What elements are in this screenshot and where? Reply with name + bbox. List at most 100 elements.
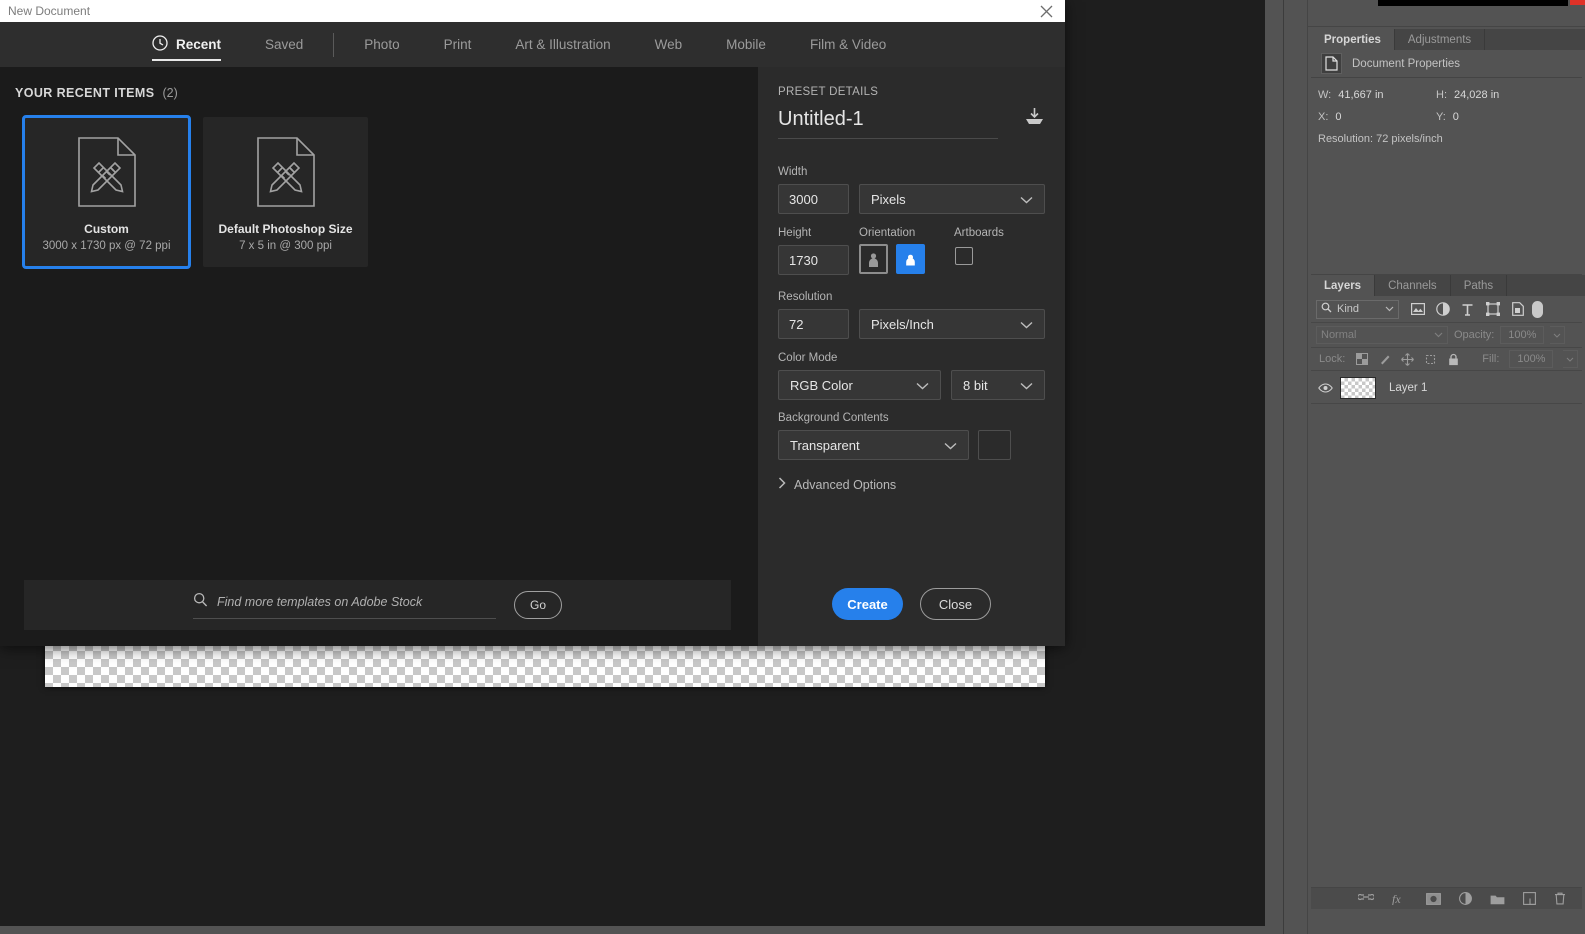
recent-items-title: YOUR RECENT ITEMS bbox=[15, 86, 154, 100]
resolution-input[interactable] bbox=[778, 309, 849, 339]
tab-recent[interactable]: Recent bbox=[130, 22, 243, 67]
new-layer-icon[interactable] bbox=[1523, 892, 1536, 905]
add-layer-mask-icon[interactable] bbox=[1426, 893, 1441, 905]
artboards-checkbox[interactable] bbox=[955, 247, 973, 265]
width-unit-select[interactable]: Pixels bbox=[859, 184, 1045, 214]
tab-properties[interactable]: Properties bbox=[1311, 29, 1395, 50]
fill-value: 100% bbox=[1517, 353, 1545, 365]
search-icon bbox=[1321, 302, 1332, 316]
shape-layer-filter-icon[interactable] bbox=[1485, 302, 1500, 317]
layer-thumbnail bbox=[1340, 377, 1376, 399]
tab-mobile[interactable]: Mobile bbox=[704, 22, 788, 67]
height-readout-label: H: bbox=[1436, 89, 1447, 101]
panel-rail-outer[interactable] bbox=[1265, 0, 1284, 934]
properties-panel-tabs: Properties Adjustments bbox=[1311, 29, 1585, 50]
bit-depth-select[interactable]: 8 bit bbox=[951, 370, 1045, 400]
width-input[interactable] bbox=[778, 184, 849, 214]
type-layer-filter-icon[interactable] bbox=[1460, 302, 1475, 317]
adjustment-layer-filter-icon[interactable] bbox=[1435, 302, 1450, 317]
new-adjustment-layer-icon[interactable] bbox=[1459, 892, 1472, 905]
color-mode-select[interactable]: RGB Color bbox=[778, 370, 941, 400]
tab-web[interactable]: Web bbox=[633, 22, 705, 67]
advanced-options-toggle[interactable]: Advanced Options bbox=[778, 477, 896, 492]
height-input[interactable] bbox=[778, 245, 849, 275]
fill-label: Fill: bbox=[1482, 353, 1499, 365]
layer-filter-type-icons bbox=[1410, 302, 1525, 317]
search-input[interactable] bbox=[217, 595, 496, 609]
fill-field[interactable]: 100% bbox=[1509, 350, 1553, 368]
lock-transparent-pixels-icon[interactable] bbox=[1355, 353, 1368, 366]
tab-print[interactable]: Print bbox=[422, 22, 494, 67]
y-readout-value: 0 bbox=[1453, 111, 1459, 123]
recent-item-custom[interactable]: Custom 3000 x 1730 px @ 72 ppi bbox=[24, 117, 189, 267]
width-unit-value: Pixels bbox=[871, 192, 906, 207]
height-readout-value: 24,028 in bbox=[1454, 89, 1499, 101]
background-contents-select[interactable]: Transparent bbox=[778, 430, 969, 460]
position-row: X: 0 Y: 0 bbox=[1318, 111, 1582, 123]
close-button[interactable]: Close bbox=[920, 588, 991, 620]
landscape-orientation-icon[interactable] bbox=[896, 244, 925, 274]
width-readout: W: 41,667 in bbox=[1318, 89, 1436, 101]
lock-artboard-nesting-icon[interactable] bbox=[1424, 353, 1437, 366]
layer-filter-kind-label: Kind bbox=[1337, 303, 1359, 315]
eye-icon[interactable] bbox=[1311, 383, 1340, 393]
tab-mobile-label: Mobile bbox=[726, 37, 766, 52]
x-readout-value: 0 bbox=[1335, 111, 1341, 123]
lock-all-icon[interactable] bbox=[1447, 353, 1460, 366]
stock-go-button[interactable]: Go bbox=[514, 591, 562, 619]
background-contents-value: Transparent bbox=[790, 438, 860, 453]
tab-channels[interactable]: Channels bbox=[1375, 275, 1451, 296]
bit-depth-value: 8 bit bbox=[963, 378, 988, 393]
svg-text:fx: fx bbox=[1392, 892, 1401, 905]
layer-filter-kind-select[interactable]: Kind bbox=[1316, 300, 1399, 319]
smart-object-filter-icon[interactable] bbox=[1510, 302, 1525, 317]
pixel-layer-filter-icon[interactable] bbox=[1410, 302, 1425, 317]
search-icon bbox=[193, 592, 208, 612]
preset-name-input[interactable] bbox=[778, 108, 998, 139]
delete-layer-icon[interactable] bbox=[1554, 892, 1566, 905]
opacity-value: 100% bbox=[1508, 329, 1536, 341]
color-mode-label: Color Mode bbox=[778, 352, 837, 364]
recent-items-heading: YOUR RECENT ITEMS (2) bbox=[15, 86, 178, 100]
tab-film-video[interactable]: Film & Video bbox=[788, 22, 908, 67]
advanced-options-label: Advanced Options bbox=[794, 478, 896, 492]
fill-stepper[interactable] bbox=[1563, 350, 1578, 368]
recent-item-title: Custom bbox=[84, 222, 129, 236]
tab-film-video-label: Film & Video bbox=[810, 37, 886, 52]
table-row[interactable]: Layer 1 bbox=[1311, 373, 1582, 404]
tab-paths[interactable]: Paths bbox=[1451, 275, 1507, 296]
lock-row: Lock: Fill: 100% bbox=[1311, 348, 1582, 371]
tab-adjustments[interactable]: Adjustments bbox=[1395, 29, 1485, 50]
background-color-swatch[interactable] bbox=[978, 430, 1011, 460]
layer-style-fx-icon[interactable]: fx bbox=[1392, 892, 1408, 905]
blend-mode-select[interactable]: Normal bbox=[1316, 326, 1448, 344]
dialog-titlebar[interactable]: New Document bbox=[0, 0, 1065, 22]
tab-photo[interactable]: Photo bbox=[342, 22, 421, 67]
clock-icon bbox=[152, 35, 168, 54]
close-icon[interactable] bbox=[1035, 0, 1057, 22]
panel-rail-inner[interactable] bbox=[1284, 0, 1308, 934]
preset-details-label: PRESET DETAILS bbox=[778, 86, 878, 98]
color-mode-value: RGB Color bbox=[790, 378, 853, 393]
tab-art-illustration[interactable]: Art & Illustration bbox=[493, 22, 632, 67]
lock-position-icon[interactable] bbox=[1401, 353, 1414, 366]
opacity-stepper[interactable] bbox=[1550, 326, 1565, 344]
chevron-down-icon bbox=[944, 438, 957, 453]
document-canvas[interactable] bbox=[45, 643, 1045, 687]
portrait-orientation-icon[interactable] bbox=[859, 244, 888, 274]
chevron-down-icon bbox=[1385, 303, 1394, 315]
adobe-stock-search[interactable] bbox=[193, 592, 496, 619]
recent-item-default-photoshop-size[interactable]: Default Photoshop Size 7 x 5 in @ 300 pp… bbox=[203, 117, 368, 267]
save-preset-icon[interactable] bbox=[1024, 107, 1045, 131]
create-button[interactable]: Create bbox=[832, 588, 903, 620]
opacity-field[interactable]: 100% bbox=[1500, 326, 1544, 344]
link-layers-icon[interactable] bbox=[1358, 894, 1374, 904]
tab-saved[interactable]: Saved bbox=[243, 22, 325, 67]
new-group-icon[interactable] bbox=[1490, 893, 1505, 905]
resolution-unit-select[interactable]: Pixels/Inch bbox=[859, 309, 1045, 339]
tab-layers[interactable]: Layers bbox=[1311, 275, 1375, 296]
close-window-accent[interactable] bbox=[1570, 0, 1585, 5]
recent-items-count: (2) bbox=[162, 86, 177, 100]
lock-image-pixels-icon[interactable] bbox=[1378, 353, 1391, 366]
filter-toggle-icon[interactable] bbox=[1532, 301, 1543, 318]
